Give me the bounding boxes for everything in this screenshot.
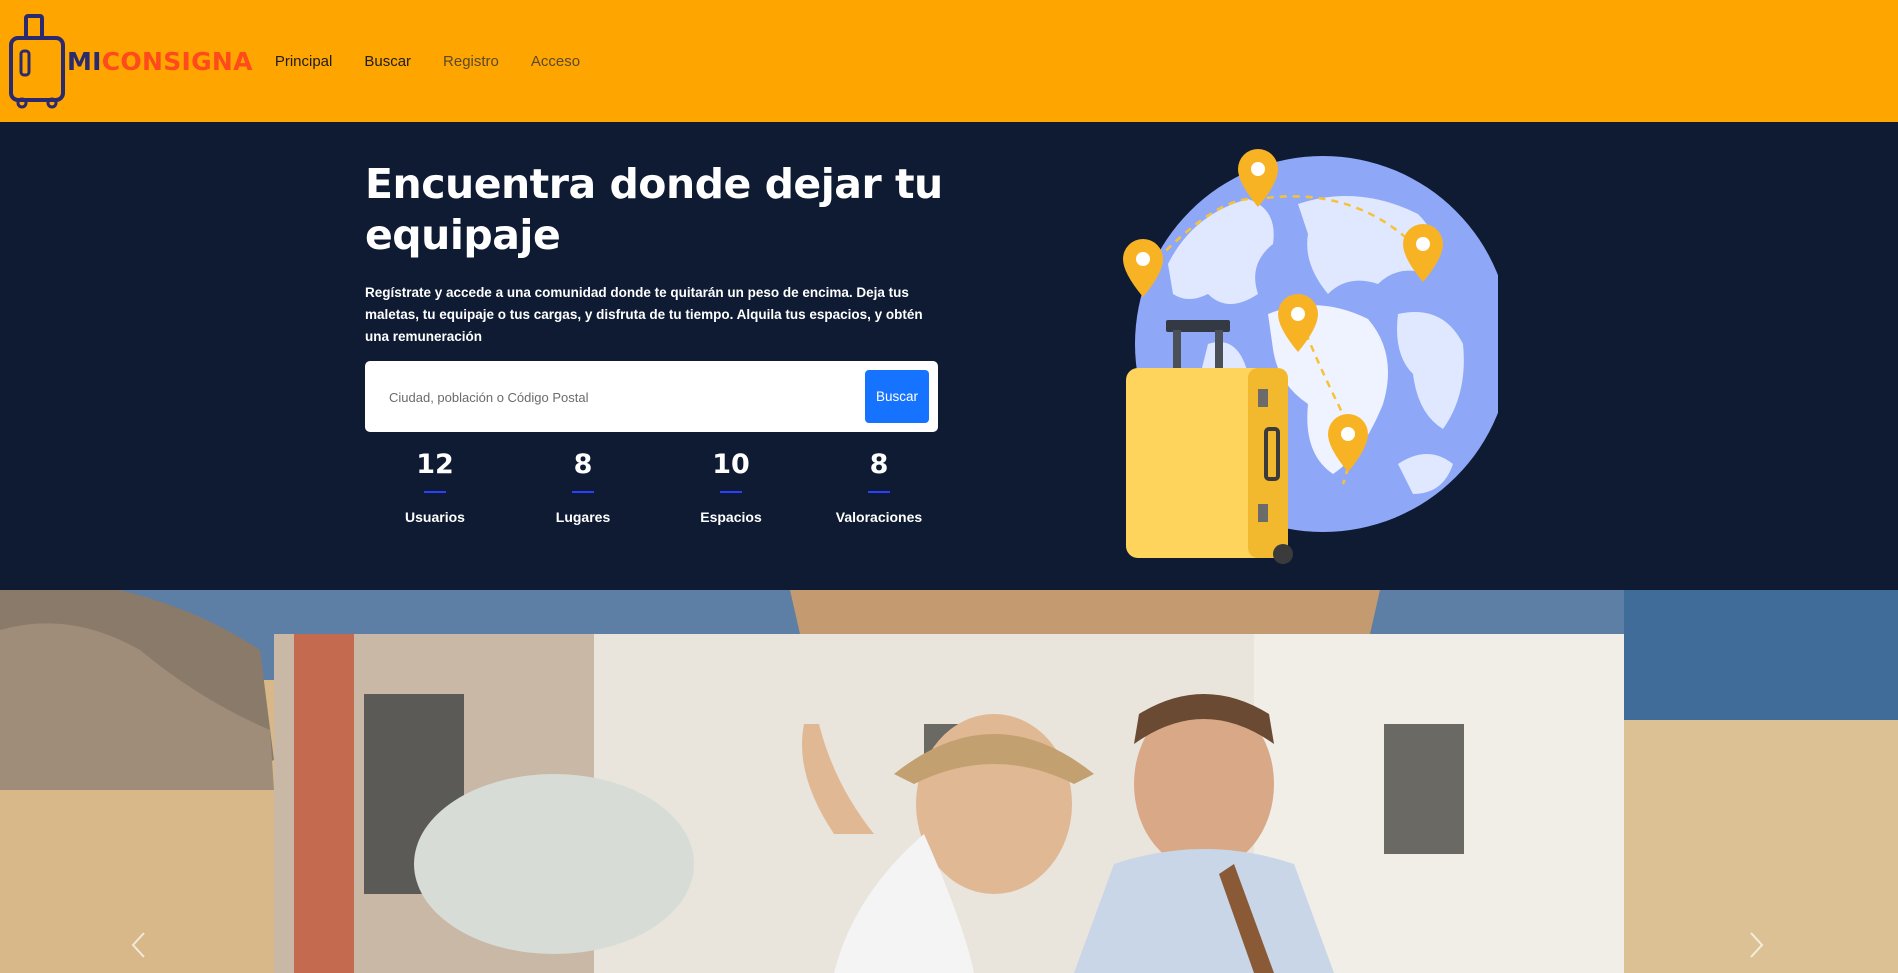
carousel-slide-image bbox=[274, 634, 1624, 973]
stat-espacios: 10 Espacios bbox=[661, 448, 801, 525]
stat-lugares: 8 Lugares bbox=[513, 448, 653, 525]
stat-value: 8 bbox=[869, 449, 889, 480]
stat-label: Lugares bbox=[555, 509, 611, 525]
stat-divider bbox=[868, 491, 890, 493]
stat-label: Valoraciones bbox=[835, 509, 923, 525]
carousel-next-icon[interactable] bbox=[1744, 930, 1768, 960]
hero-carousel bbox=[0, 590, 1898, 973]
main-nav: Principal Buscar Registro Acceso bbox=[275, 53, 612, 70]
nav-item-buscar[interactable]: Buscar bbox=[364, 53, 411, 70]
brand-name-consigna: CONSIGNA bbox=[101, 46, 253, 76]
stat-label: Espacios bbox=[700, 509, 762, 525]
stat-value: 8 bbox=[573, 449, 593, 480]
stat-divider bbox=[572, 491, 594, 493]
hero-section: Encuentra donde dejar tu equipaje Regíst… bbox=[0, 122, 1898, 590]
navbar: MICONSIGNA Principal Buscar Registro Acc… bbox=[0, 0, 1898, 122]
stat-valoraciones: 8 Valoraciones bbox=[809, 448, 949, 525]
globe-suitcase-illustration bbox=[1123, 149, 1498, 564]
stat-usuarios: 12 Usuarios bbox=[365, 448, 505, 525]
hero-description: Regístrate y accede a una comunidad dond… bbox=[365, 285, 923, 344]
nav-item-registro[interactable]: Registro bbox=[443, 53, 499, 70]
stat-value: 12 bbox=[416, 449, 454, 480]
hero-title: Encuentra donde dejar tu equipaje bbox=[365, 160, 943, 259]
search-input[interactable] bbox=[389, 379, 859, 415]
suitcase-icon bbox=[9, 14, 65, 109]
brand-name-mi: MI bbox=[67, 46, 102, 76]
brand-name: MICONSIGNA bbox=[67, 47, 253, 76]
stat-value: 10 bbox=[712, 449, 750, 480]
stats-row: 12 Usuarios 8 Lugares 10 Espacios 8 Valo… bbox=[365, 448, 955, 548]
search-box: Buscar bbox=[365, 361, 938, 432]
stat-label: Usuarios bbox=[405, 509, 465, 525]
carousel-prev-icon[interactable] bbox=[127, 930, 151, 960]
stat-divider bbox=[424, 491, 446, 493]
nav-item-principal[interactable]: Principal bbox=[275, 53, 333, 70]
stat-divider bbox=[720, 491, 742, 493]
search-button[interactable]: Buscar bbox=[865, 370, 929, 423]
brand-logo-link[interactable]: MICONSIGNA bbox=[8, 0, 253, 122]
nav-item-acceso[interactable]: Acceso bbox=[531, 53, 580, 70]
